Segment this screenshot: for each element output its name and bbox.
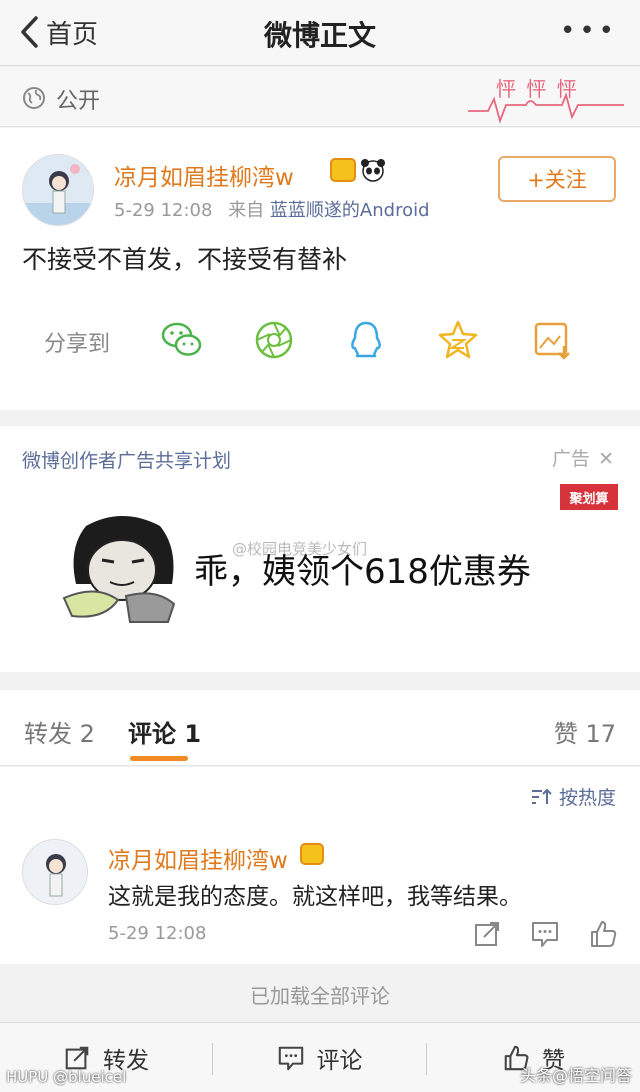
author-avatar[interactable] <box>22 154 94 226</box>
ad-slogan: 乖，姨领个618优惠券 <box>194 552 531 592</box>
post-meta: 5-29 12:08 来自 蓝蓝顺遂的Android <box>114 196 430 222</box>
chevron-left-icon <box>21 16 38 48</box>
ad-card[interactable]: 微博创作者广告共享计划 广告 ✕ 聚划算 @校园电竞美少女们 乖，姨领个618优… <box>0 426 640 672</box>
comment-vip-badge-icon <box>300 843 324 865</box>
share-label: 分享到 <box>44 332 111 357</box>
comment-avatar-illustration <box>23 840 87 904</box>
interaction-tabs: 转发 2 评论 1 赞 17 <box>0 690 640 766</box>
tab-repost[interactable]: 转发 2 <box>24 714 95 749</box>
ad-tag-label: 广告 <box>552 448 591 470</box>
panda-badge-icon <box>360 158 386 182</box>
post-time: 5-29 12:08 <box>114 200 213 221</box>
close-icon[interactable]: ✕ <box>598 448 614 470</box>
source-prefix: 来自 <box>228 200 265 221</box>
bottom-comment-label: 评论 <box>316 1048 363 1074</box>
top-nav-bar: 首页 微博正文 ••• <box>0 0 640 66</box>
post-source-link[interactable]: 蓝蓝顺遂的Android <box>270 200 430 221</box>
qzone-icon[interactable] <box>436 318 480 362</box>
comment-like-icon[interactable] <box>588 919 618 949</box>
back-button[interactable]: 首页 <box>18 14 98 50</box>
toutiao-watermark: 头条@悟空问答 <box>519 1066 632 1085</box>
avatar-illustration <box>23 155 93 225</box>
moments-icon[interactable] <box>252 318 296 362</box>
all-comments-loaded: 已加载全部评论 <box>250 984 390 1008</box>
visibility-label: 公开 <box>56 89 101 114</box>
globe-icon <box>23 87 45 109</box>
ad-plan-label[interactable]: 微博创作者广告共享计划 <box>22 446 231 473</box>
comment-repost-icon[interactable] <box>472 919 502 949</box>
comment-avatar[interactable] <box>22 839 88 905</box>
post-card: 凉月如眉挂柳湾w 5-29 12:08 来自 蓝蓝顺遂的Android +关注 … <box>0 128 640 410</box>
comment-author[interactable]: 凉月如眉挂柳湾w <box>108 841 288 875</box>
sort-label: 按热度 <box>558 787 616 809</box>
qq-icon[interactable] <box>344 318 388 362</box>
comment-reply-icon[interactable] <box>530 919 560 949</box>
comment-text: 这就是我的态度。就这样吧，我等结果。 <box>108 884 522 910</box>
brand-logo: 聚划算 <box>560 484 618 510</box>
more-options-icon[interactable]: ••• <box>560 16 618 46</box>
sort-icon <box>531 788 552 804</box>
tab-like[interactable]: 赞 17 <box>554 714 616 749</box>
save-image-icon[interactable] <box>530 318 574 362</box>
author-name[interactable]: 凉月如眉挂柳湾w <box>114 158 294 192</box>
comments-section: 按热度 凉月如眉挂柳湾w 这就是我的态度。就这样吧，我等结果。 5-29 12:… <box>0 767 640 964</box>
visibility-row: 公开 怦 怦 怦 <box>0 67 640 127</box>
meme-face-image <box>62 516 176 623</box>
bottom-comment-button[interactable]: 评论 <box>213 1023 426 1092</box>
vip-badge-icon <box>330 158 356 182</box>
heartbeat-sticker: 怦 怦 怦 <box>466 69 626 127</box>
back-label: 首页 <box>46 19 99 50</box>
hupu-watermark: HUPU @blueicel <box>6 1068 127 1086</box>
ad-tag: 广告 ✕ <box>552 444 614 471</box>
sticker-text: 怦 怦 怦 <box>496 77 579 101</box>
comment-time: 5-29 12:08 <box>108 923 207 944</box>
post-text: 不接受不首发，不接受有替补 <box>22 245 348 274</box>
follow-button[interactable]: +关注 <box>498 156 616 202</box>
wechat-icon[interactable] <box>160 318 204 362</box>
comment-icon <box>278 1046 303 1071</box>
tab-comment[interactable]: 评论 1 <box>128 714 201 749</box>
sort-button[interactable]: 按热度 <box>531 783 616 810</box>
active-tab-indicator <box>130 756 188 761</box>
